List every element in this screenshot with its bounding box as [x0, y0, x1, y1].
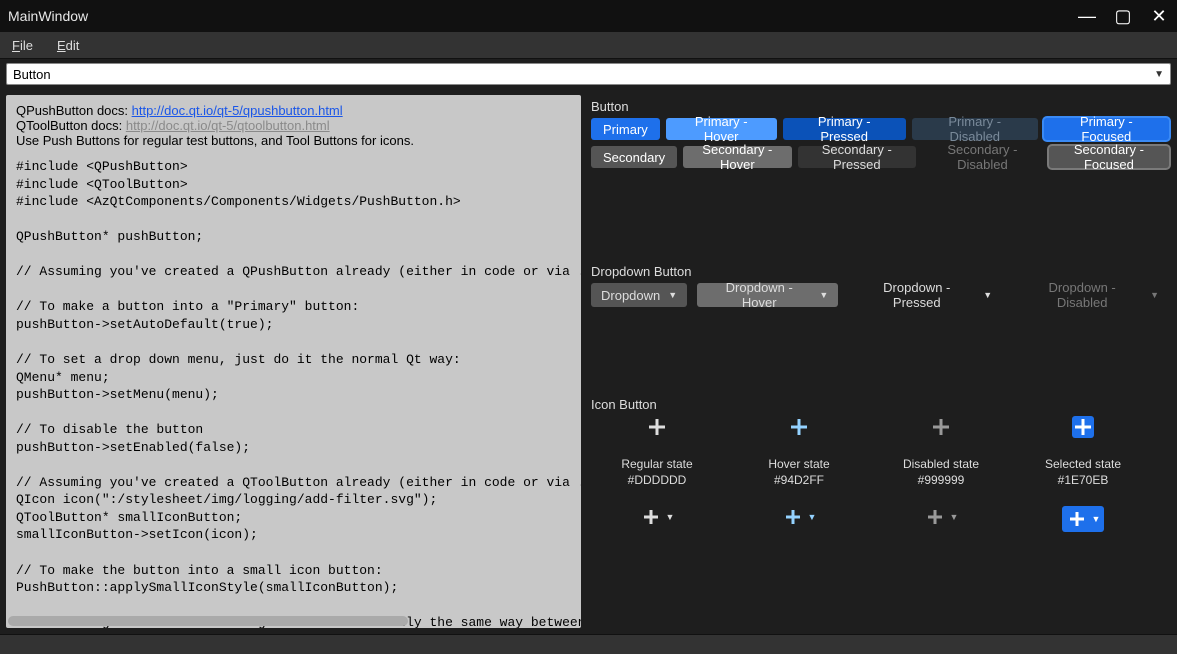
menubar: File Edit	[0, 32, 1177, 59]
plus-dropdown-icon[interactable]: ▼	[1062, 506, 1105, 532]
close-icon[interactable]: ✕	[1149, 6, 1169, 27]
chevron-down-icon: ▼	[819, 290, 828, 300]
icon-button-section: Icon Button Regular state#DDDDDD Hover s…	[591, 397, 1169, 532]
icon-dropdown-hover: ▼	[733, 506, 865, 532]
page-selector-value: Button	[13, 67, 51, 82]
secondary-focused-button[interactable]: Secondary - Focused	[1049, 146, 1169, 168]
secondary-button-row: Secondary Secondary - Hover Secondary - …	[591, 146, 1169, 168]
button-section: Button Primary Primary - Hover Primary -…	[591, 99, 1169, 174]
window-title: MainWindow	[8, 8, 88, 24]
dropdown-label: Dropdown - Pressed	[858, 280, 975, 310]
primary-pressed-button[interactable]: Primary - Pressed	[783, 118, 906, 140]
icon-dropdown-selected: ▼	[1017, 506, 1149, 532]
plus-icon	[930, 416, 952, 438]
icon-cell-selected	[1017, 416, 1149, 438]
window-controls: — ▢ ✕	[1077, 6, 1169, 27]
examples-panel: Button Primary Primary - Hover Primary -…	[589, 95, 1171, 628]
icon-dropdown-disabled: ▼	[875, 506, 1007, 532]
icon-caption-regular: Regular state#DDDDDD	[591, 456, 723, 488]
page-selector-row: Button ▼	[0, 59, 1177, 89]
plus-icon[interactable]	[788, 416, 810, 438]
qtool-docs-line: QToolButton docs: http://doc.qt.io/qt-5/…	[16, 118, 571, 133]
chevron-down-icon: ▼	[1154, 69, 1164, 80]
horizontal-scrollbar[interactable]	[8, 616, 579, 626]
primary-focused-button[interactable]: Primary - Focused	[1044, 118, 1169, 140]
secondary-pressed-button[interactable]: Secondary - Pressed	[798, 146, 917, 168]
icon-section-label: Icon Button	[591, 397, 1169, 412]
chevron-down-icon: ▼	[668, 290, 677, 300]
icon-cell-disabled	[875, 416, 1007, 438]
dropdown-hover-button[interactable]: Dropdown - Hover ▼	[697, 283, 838, 307]
icon-dropdown-regular: ▼	[591, 506, 723, 532]
dropdown-pressed-button[interactable]: Dropdown - Pressed ▼	[848, 283, 1002, 307]
minimize-icon[interactable]: —	[1077, 6, 1097, 27]
statusbar	[0, 634, 1177, 654]
menu-edit[interactable]: Edit	[57, 38, 79, 53]
chevron-down-icon: ▼	[1150, 290, 1159, 300]
page-selector[interactable]: Button ▼	[6, 63, 1171, 85]
chevron-down-icon: ▼	[983, 290, 992, 300]
secondary-hover-button[interactable]: Secondary - Hover	[683, 146, 791, 168]
icon-cell-hover	[733, 416, 865, 438]
qpush-docs-link[interactable]: http://doc.qt.io/qt-5/qpushbutton.html	[132, 103, 343, 118]
dropdown-disabled-button: Dropdown - Disabled ▼	[1012, 283, 1169, 307]
maximize-icon[interactable]: ▢	[1113, 6, 1133, 27]
plus-dropdown-icon: ▼	[924, 506, 959, 528]
titlebar: MainWindow — ▢ ✕	[0, 0, 1177, 32]
dropdown-section-label: Dropdown Button	[591, 264, 1169, 279]
qpush-docs-label: QPushButton docs:	[16, 103, 132, 118]
plus-icon[interactable]	[1072, 416, 1094, 438]
icon-caption-hover: Hover state#94D2FF	[733, 456, 865, 488]
icon-caption-selected: Selected state#1E70EB	[1017, 456, 1149, 488]
icon-button-grid: Regular state#DDDDDD Hover state#94D2FF …	[591, 416, 1169, 532]
qpush-docs-line: QPushButton docs: http://doc.qt.io/qt-5/…	[16, 103, 571, 118]
qtool-docs-label: QToolButton docs:	[16, 118, 126, 133]
primary-hover-button[interactable]: Primary - Hover	[666, 118, 777, 140]
usage-note: Use Push Buttons for regular test button…	[16, 133, 571, 148]
code-snippet: #include <QPushButton> #include <QToolBu…	[16, 158, 571, 628]
plus-icon[interactable]	[646, 416, 668, 438]
dropdown-row: Dropdown ▼ Dropdown - Hover ▼ Dropdown - P…	[591, 283, 1169, 307]
main-area: QPushButton docs: http://doc.qt.io/qt-5/…	[0, 89, 1177, 634]
primary-disabled-button: Primary - Disabled	[912, 118, 1038, 140]
dropdown-button[interactable]: Dropdown ▼	[591, 283, 687, 307]
secondary-button[interactable]: Secondary	[591, 146, 677, 168]
dropdown-label: Dropdown - Disabled	[1022, 280, 1142, 310]
plus-dropdown-icon[interactable]: ▼	[782, 506, 817, 528]
qtool-docs-link[interactable]: http://doc.qt.io/qt-5/qtoolbutton.html	[126, 118, 330, 133]
menu-file[interactable]: File	[12, 38, 33, 53]
icon-caption-disabled: Disabled state#999999	[875, 456, 1007, 488]
plus-dropdown-icon[interactable]: ▼	[640, 506, 675, 528]
secondary-disabled-button: Secondary - Disabled	[922, 146, 1043, 168]
button-section-label: Button	[591, 99, 1169, 114]
icon-cell-regular	[591, 416, 723, 438]
primary-button[interactable]: Primary	[591, 118, 660, 140]
dropdown-label: Dropdown - Hover	[707, 280, 811, 310]
dropdown-section: Dropdown Button Dropdown ▼ Dropdown - Hov…	[591, 264, 1169, 307]
primary-button-row: Primary Primary - Hover Primary - Presse…	[591, 118, 1169, 140]
dropdown-label: Dropdown	[601, 288, 660, 303]
documentation-panel: QPushButton docs: http://doc.qt.io/qt-5/…	[6, 95, 581, 628]
